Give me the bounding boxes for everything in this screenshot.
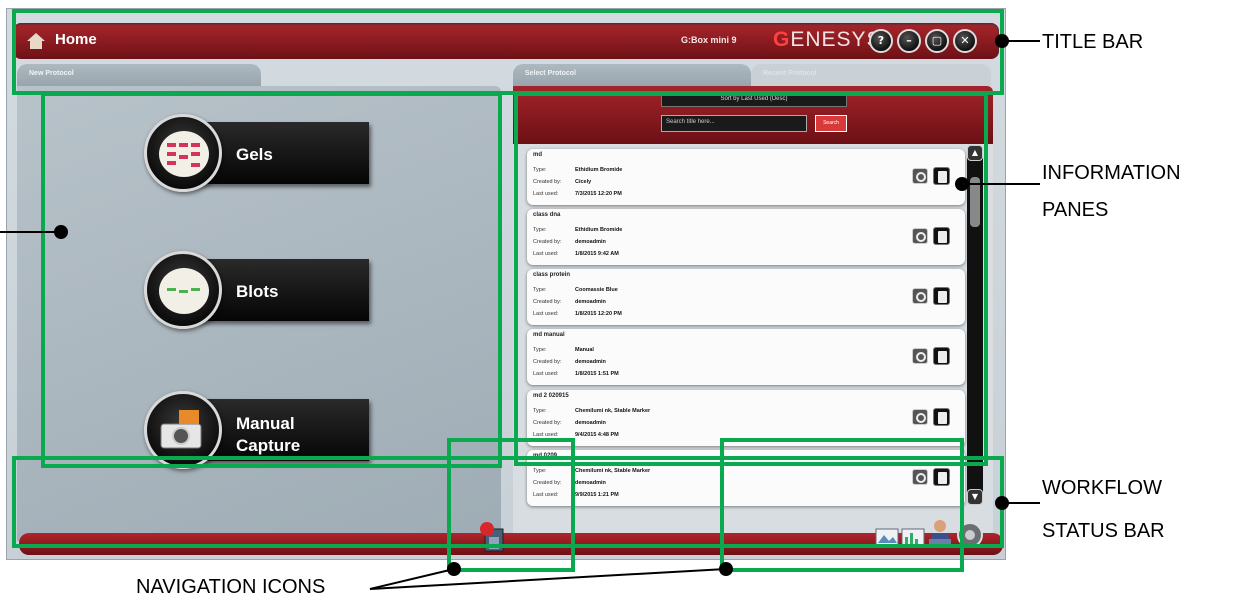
- navigation-icons-callout: NAVIGATION ICONS: [136, 576, 326, 598]
- figure: Home G:Box mini 9 GENESYS ? – ▢ ✕ New Pr…: [0, 0, 1251, 601]
- nav-icons-leaders: [369, 562, 733, 590]
